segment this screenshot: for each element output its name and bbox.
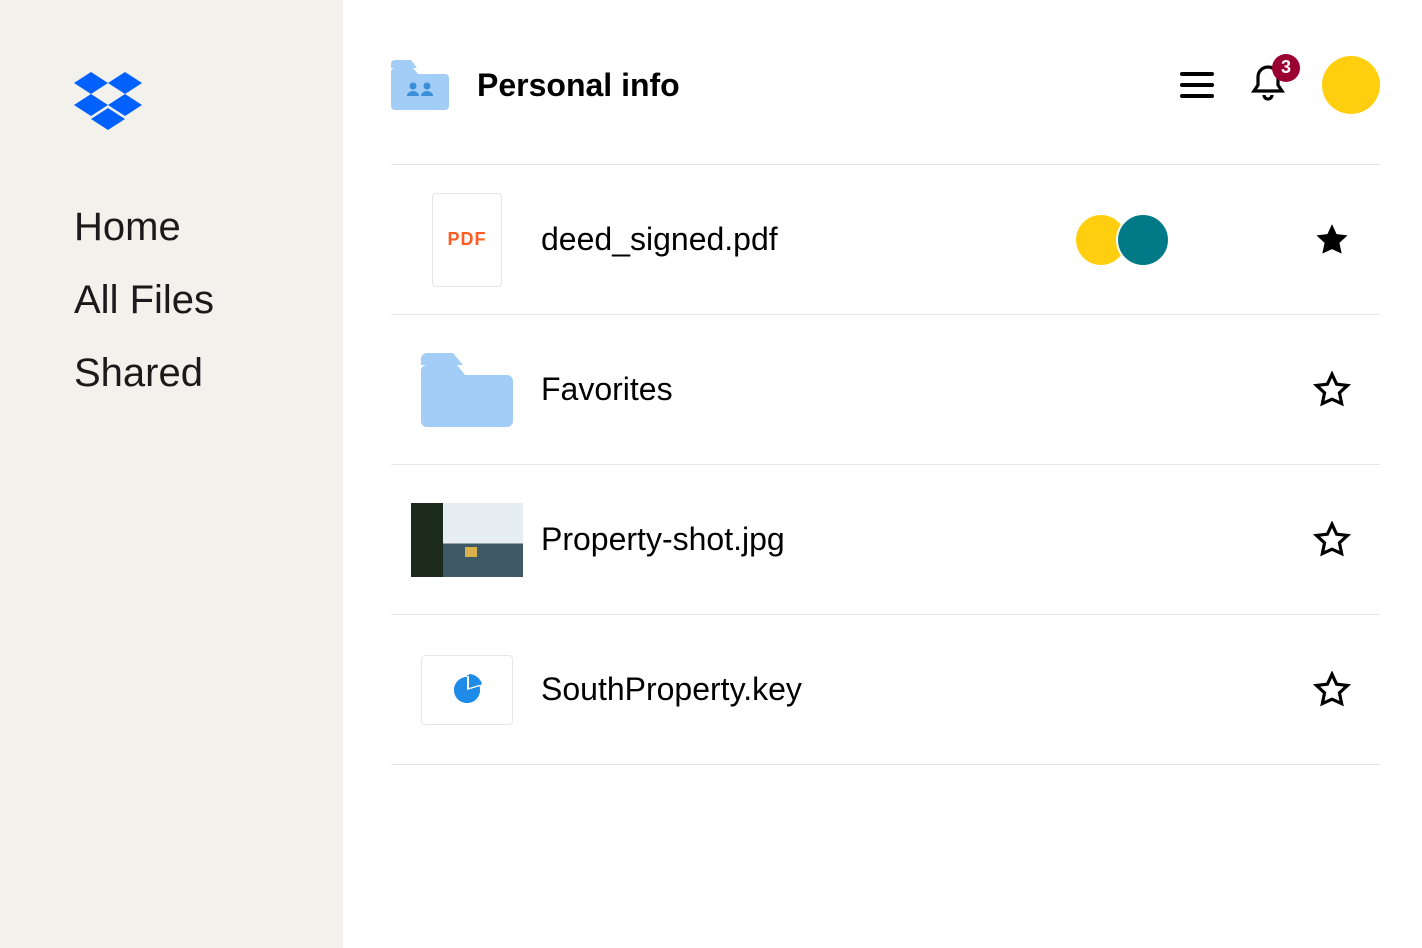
page-title: Personal info bbox=[477, 67, 680, 104]
star-outline-icon bbox=[1313, 521, 1351, 559]
member-avatar bbox=[1116, 213, 1170, 267]
file-name: Favorites bbox=[541, 371, 1310, 408]
folder-row-favorites[interactable]: Favorites bbox=[391, 315, 1380, 465]
pdf-icon: PDF bbox=[432, 193, 502, 287]
user-avatar[interactable] bbox=[1322, 56, 1380, 114]
nav-shared[interactable]: Shared bbox=[74, 351, 343, 396]
file-row-deed-signed-pdf[interactable]: PDF deed_signed.pdf bbox=[391, 165, 1380, 315]
nav-all-files[interactable]: All Files bbox=[74, 278, 343, 323]
file-list: PDF deed_signed.pdf Favorites bbox=[391, 164, 1380, 765]
page-header-right: 3 bbox=[1180, 56, 1380, 114]
file-thumbnail bbox=[411, 343, 523, 437]
file-row-southproperty-key[interactable]: SouthProperty.key bbox=[391, 615, 1380, 765]
file-name: SouthProperty.key bbox=[541, 671, 1310, 708]
file-name: deed_signed.pdf bbox=[541, 221, 1074, 258]
file-members[interactable] bbox=[1074, 213, 1170, 267]
sidebar: Home All Files Shared bbox=[0, 0, 343, 948]
file-thumbnail: PDF bbox=[411, 193, 523, 287]
star-button[interactable] bbox=[1310, 668, 1354, 712]
star-button[interactable] bbox=[1310, 368, 1354, 412]
page-header-left: Personal info bbox=[391, 60, 680, 110]
notifications-button[interactable]: 3 bbox=[1250, 63, 1286, 108]
star-outline-icon bbox=[1313, 671, 1351, 709]
hamburger-menu-icon[interactable] bbox=[1180, 71, 1214, 99]
star-button[interactable] bbox=[1310, 218, 1354, 262]
dropbox-logo[interactable] bbox=[74, 72, 343, 135]
folder-icon bbox=[421, 353, 513, 427]
main-content: Personal info 3 bbox=[343, 0, 1422, 948]
star-filled-icon bbox=[1313, 221, 1351, 259]
shared-folder-icon bbox=[391, 60, 449, 110]
star-outline-icon bbox=[1313, 371, 1351, 409]
page-header: Personal info 3 bbox=[391, 56, 1380, 164]
file-thumbnail bbox=[411, 493, 523, 587]
notification-badge: 3 bbox=[1272, 54, 1300, 82]
keynote-icon bbox=[421, 655, 513, 725]
file-row-property-shot-jpg[interactable]: Property-shot.jpg bbox=[391, 465, 1380, 615]
image-thumbnail bbox=[411, 503, 523, 577]
nav-home[interactable]: Home bbox=[74, 205, 343, 250]
star-button[interactable] bbox=[1310, 518, 1354, 562]
file-name: Property-shot.jpg bbox=[541, 521, 1310, 558]
file-thumbnail bbox=[411, 643, 523, 737]
